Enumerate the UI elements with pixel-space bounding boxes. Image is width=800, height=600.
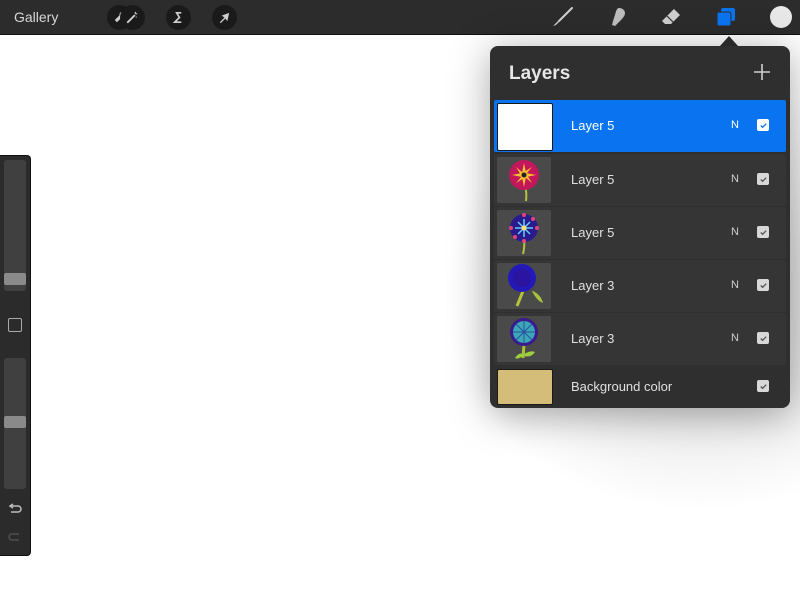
layer-thumbnail — [497, 103, 553, 151]
layer-name: Layer 5 — [571, 225, 615, 240]
check-icon — [759, 383, 767, 389]
redo-button[interactable] — [7, 531, 23, 545]
plus-icon — [754, 64, 770, 80]
smudge-finger-icon — [612, 8, 625, 26]
magic-wand-icon — [126, 11, 138, 24]
layers-icon — [716, 8, 735, 27]
arrow-cursor-icon — [219, 12, 230, 24]
layer-name: Layer 5 — [571, 172, 615, 187]
brush-size-handle[interactable] — [4, 273, 26, 285]
visibility-checkbox[interactable] — [757, 226, 769, 238]
check-icon — [759, 122, 767, 128]
layer-name: Layer 5 — [571, 118, 615, 133]
layer-thumbnail — [497, 157, 551, 203]
layer-name: Background color — [571, 379, 673, 394]
redo-icon — [8, 533, 19, 541]
blend-mode-button[interactable]: N — [731, 119, 739, 131]
check-icon — [759, 335, 767, 341]
gallery-button[interactable]: Gallery — [14, 9, 58, 25]
layer-row[interactable]: Layer 3 N — [494, 313, 786, 365]
left-sidebar — [0, 155, 31, 556]
smudge-button[interactable] — [605, 6, 629, 28]
layer-row[interactable]: Layer 5 N — [494, 100, 786, 152]
blend-mode-button[interactable]: N — [731, 226, 739, 238]
flower-thumbnail — [510, 318, 538, 359]
layer-row[interactable]: Layer 5 N — [494, 154, 786, 206]
visibility-checkbox[interactable] — [757, 173, 769, 185]
add-layer-button[interactable] — [752, 62, 772, 82]
panel-title: Layers — [509, 63, 571, 84]
check-icon — [759, 282, 767, 288]
flower-thumbnail — [509, 213, 539, 255]
layer-thumbnail — [497, 316, 551, 362]
color-picker-button[interactable] — [770, 6, 792, 28]
layers-panel: Layers Layer 5 N Layer 5 N Layer 5 N Lay… — [490, 46, 790, 408]
top-toolbar: Gallery — [0, 0, 800, 35]
selection-s-icon — [172, 11, 182, 24]
blend-mode-button[interactable]: N — [731, 332, 739, 344]
eraser-icon — [662, 9, 680, 24]
undo-button[interactable] — [7, 503, 23, 517]
visibility-checkbox[interactable] — [757, 332, 769, 344]
layer-thumbnail — [497, 263, 551, 309]
layer-thumbnail — [497, 210, 551, 256]
eraser-button[interactable] — [659, 6, 683, 28]
panel-pointer — [720, 36, 738, 46]
check-icon — [759, 176, 767, 182]
modify-button[interactable] — [8, 318, 22, 332]
visibility-checkbox[interactable] — [757, 279, 769, 291]
background-color-swatch[interactable] — [497, 369, 553, 405]
layer-row[interactable]: Layer 3 N — [494, 260, 786, 312]
brush-button[interactable] — [551, 6, 575, 28]
adjustments-button[interactable] — [120, 5, 145, 30]
flower-thumbnail — [509, 160, 539, 202]
visibility-checkbox[interactable] — [757, 119, 769, 131]
opacity-handle[interactable] — [4, 416, 26, 428]
layers-button[interactable] — [714, 6, 738, 28]
brush-icon — [553, 7, 573, 26]
layer-name: Layer 3 — [571, 331, 615, 346]
brush-size-slider[interactable] — [4, 160, 26, 291]
check-icon — [759, 229, 767, 235]
layer-row[interactable]: Layer 5 N — [494, 207, 786, 259]
background-color-row[interactable]: Background color — [494, 366, 786, 406]
blend-mode-button[interactable]: N — [731, 279, 739, 291]
visibility-checkbox[interactable] — [757, 380, 769, 392]
blend-mode-button[interactable]: N — [731, 173, 739, 185]
layer-name: Layer 3 — [571, 278, 615, 293]
flower-thumbnail — [508, 264, 543, 307]
selection-button[interactable] — [166, 5, 191, 30]
transform-button[interactable] — [212, 5, 237, 30]
